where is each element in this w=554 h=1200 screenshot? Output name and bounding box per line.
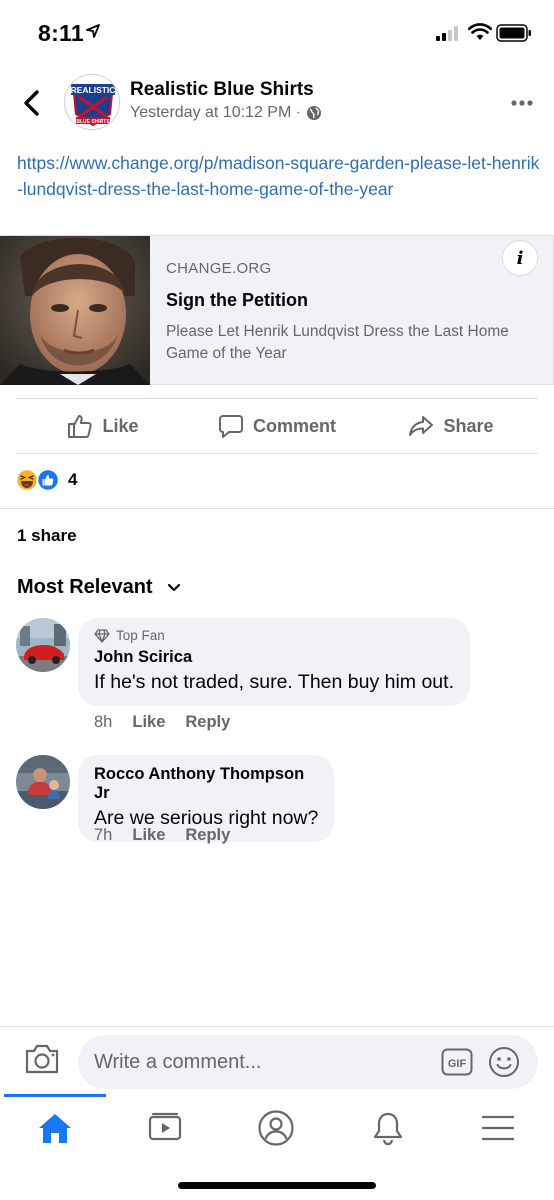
- like-button[interactable]: Like: [16, 399, 190, 453]
- reaction-count: 4: [68, 470, 78, 489]
- link-preview-image: [0, 236, 150, 385]
- hamburger-menu-icon: [481, 1115, 515, 1141]
- link-description: Please Let Henrik Lundqvist Dress the La…: [166, 323, 509, 362]
- divider: [0, 508, 554, 509]
- commenter-avatar[interactable]: [16, 755, 70, 809]
- link-preview-card[interactable]: CHANGE.ORG Sign the Petition Please Let …: [0, 235, 554, 385]
- bell-icon: [373, 1112, 403, 1146]
- top-fan-label: Top Fan: [116, 628, 165, 643]
- chevron-left-icon: [24, 90, 39, 116]
- thumbs-up-icon: [68, 415, 93, 438]
- avatar-text-top: REALISTIC: [71, 85, 116, 95]
- video-play-icon: [148, 1112, 182, 1141]
- post-header: REALISTIC BLUE SHIRTS Realistic Blue Shi…: [0, 70, 554, 136]
- globe-icon: [307, 106, 322, 120]
- wifi-icon: [467, 23, 493, 46]
- comment-bubble[interactable]: Top Fan John Scirica If he's not traded,…: [78, 618, 470, 706]
- comment-time: 8h: [94, 713, 113, 731]
- reaction-icons: [16, 468, 60, 492]
- status-bar: 8:11: [0, 0, 554, 64]
- gif-label: GIF: [448, 1058, 467, 1070]
- tab-menu[interactable]: [478, 1108, 518, 1148]
- gif-button[interactable]: GIF: [441, 1048, 473, 1081]
- comment-time: 7h: [94, 826, 113, 844]
- top-fan-badge: Top Fan: [94, 628, 454, 643]
- comment-reply-button[interactable]: Reply: [185, 713, 230, 732]
- comment-composer: GIF: [0, 1026, 554, 1096]
- comment-text: If he's not traded, sure. Then buy him o…: [94, 671, 454, 693]
- post-link[interactable]: https://www.change.org/p/madison-square-…: [17, 150, 542, 202]
- comment-author[interactable]: John Scirica: [94, 648, 454, 667]
- link-domain: CHANGE.ORG: [166, 260, 272, 277]
- status-time: 8:11: [38, 20, 84, 46]
- comment-bubble-icon: [218, 415, 243, 438]
- battery-icon: [496, 24, 532, 47]
- comment-like-button[interactable]: Like: [132, 713, 165, 732]
- info-button[interactable]: i: [502, 240, 538, 276]
- more-options-button[interactable]: [510, 94, 534, 112]
- camera-button[interactable]: [24, 1043, 60, 1080]
- back-button[interactable]: [18, 88, 46, 118]
- info-icon: i: [516, 247, 524, 269]
- tab-watch[interactable]: [146, 1108, 186, 1148]
- home-icon: [39, 1114, 71, 1143]
- home-indicator: [178, 1182, 376, 1189]
- tab-profile[interactable]: [256, 1108, 296, 1148]
- comment-like-button[interactable]: Like: [132, 826, 165, 845]
- page-name[interactable]: Realistic Blue Shirts: [130, 79, 314, 101]
- smiley-icon: [489, 1047, 519, 1077]
- comments-filter-label: Most Relevant: [17, 576, 153, 598]
- comment-meta: 7h Like Reply: [94, 826, 230, 845]
- link-title: Sign the Petition: [166, 290, 308, 310]
- commenter-avatar[interactable]: [16, 618, 70, 672]
- chevron-down-icon: [167, 583, 180, 592]
- comment-author[interactable]: Rocco Anthony Thompson Jr: [94, 765, 318, 803]
- location-arrow-icon: [86, 24, 100, 43]
- post-time[interactable]: Yesterday at 10:12 PM ·: [130, 104, 301, 122]
- tab-notifications[interactable]: [368, 1108, 408, 1148]
- share-button[interactable]: Share: [364, 399, 538, 453]
- cell-signal-icon: [436, 25, 462, 46]
- comment-input-container: GIF: [78, 1035, 538, 1089]
- share-count[interactable]: 1 share: [17, 526, 77, 546]
- avatar-text-bottom: BLUE SHIRTS: [76, 119, 110, 125]
- like-label: Like: [102, 415, 139, 436]
- comment-label: Comment: [252, 415, 336, 436]
- gif-icon: GIF: [441, 1048, 473, 1076]
- comment-input[interactable]: [94, 1035, 434, 1089]
- diamond-icon: [94, 628, 110, 643]
- share-arrow-icon: [409, 416, 434, 436]
- camera-icon: [25, 1044, 59, 1074]
- ellipsis-icon: [511, 100, 533, 106]
- share-label: Share: [443, 415, 494, 436]
- comment-button[interactable]: Comment: [190, 399, 364, 453]
- reactions-summary[interactable]: 4: [16, 468, 77, 492]
- page-avatar[interactable]: REALISTIC BLUE SHIRTS: [64, 74, 120, 130]
- bottom-tab-bar: [0, 1094, 554, 1164]
- comment-reply-button[interactable]: Reply: [185, 826, 230, 845]
- comment-meta: 8h Like Reply: [94, 713, 230, 732]
- like-reaction-icon: [36, 468, 60, 492]
- post-time-row: Yesterday at 10:12 PM ·: [130, 104, 322, 122]
- tab-home[interactable]: [35, 1108, 75, 1148]
- haha-reaction-icon: [16, 468, 39, 492]
- comments-filter-dropdown[interactable]: Most Relevant: [17, 576, 181, 599]
- post-action-bar: Like Comment Share: [16, 398, 538, 454]
- active-tab-indicator: [4, 1094, 106, 1097]
- profile-icon: [258, 1110, 294, 1146]
- emoji-button[interactable]: [488, 1046, 520, 1083]
